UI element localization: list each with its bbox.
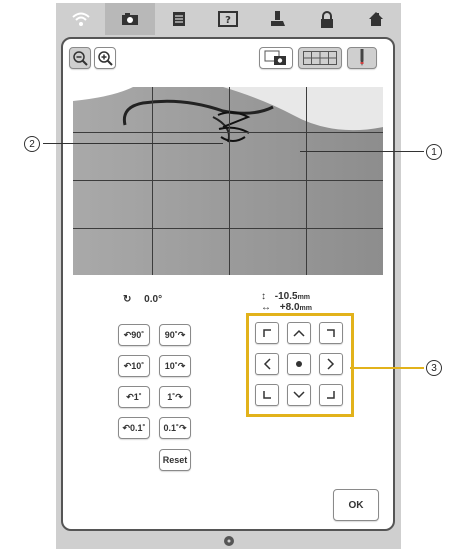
zoom-in-icon[interactable]: [94, 47, 116, 69]
rotate-ccw-10-button[interactable]: ↶ 10˚: [118, 355, 150, 377]
position-pad: [246, 313, 354, 417]
move-down-button[interactable]: [287, 384, 311, 406]
callout-1: 1: [426, 144, 442, 160]
camera-icon[interactable]: [105, 3, 155, 35]
horizontal-arrow-icon: ↔: [261, 302, 271, 310]
bottom-bar: [56, 533, 401, 549]
corner-up-right-icon: [327, 329, 335, 337]
horizontal-offset-readout: ↔ +8.0mm: [261, 302, 312, 310]
move-up-right-button[interactable]: [319, 322, 343, 344]
move-left-button[interactable]: [255, 353, 279, 375]
wifi-icon[interactable]: [56, 3, 105, 35]
rotate-ccw-icon: ↶: [123, 360, 132, 371]
needle-icon[interactable]: [347, 47, 377, 69]
zoom-out-icon[interactable]: [69, 47, 91, 69]
rotate-cw-1-button[interactable]: 1˚ ↷: [159, 386, 191, 408]
move-up-button[interactable]: [287, 322, 311, 344]
home-icon[interactable]: [352, 3, 401, 35]
rotate-icon: ↻: [123, 294, 132, 305]
camera-screen: ↻ 0.0° ↕ -10.5mm ↔ +8.0mm ↶ 90˚ 90˚ ↷ ↶ 10˚…: [61, 37, 395, 531]
move-down-left-button[interactable]: [255, 384, 279, 406]
horizontal-unit: mm: [299, 305, 312, 310]
rotate-ccw-icon: ↶: [126, 391, 134, 402]
corner-down-right-icon: [327, 391, 335, 399]
bobbin-icon: [223, 536, 234, 546]
callout-line-2: [43, 143, 223, 144]
lock-icon[interactable]: [302, 3, 351, 35]
rotate-cw-90-button[interactable]: 90˚ ↷: [159, 324, 191, 346]
chevron-up-icon: [293, 329, 305, 337]
move-up-left-button[interactable]: [255, 322, 279, 344]
callout-2: 2: [24, 136, 40, 152]
rotate-cw-icon: ↷: [175, 391, 183, 402]
vertical-arrow-icon: ↕: [261, 291, 266, 302]
rotate-ccw-icon: ↶: [122, 422, 131, 433]
chevron-down-icon: [293, 391, 305, 399]
grid-icon[interactable]: [298, 47, 342, 69]
rotation-readout: ↻ 0.0°: [123, 294, 162, 305]
callout-line-1: [300, 151, 424, 152]
rotate-ccw-01-button[interactable]: ↶ 0.1˚: [118, 417, 150, 439]
move-down-right-button[interactable]: [319, 384, 343, 406]
horizontal-value: +8.0: [279, 302, 300, 310]
callout-line-3: [350, 367, 424, 369]
rotation-value: 0.0°: [144, 294, 163, 305]
device-frame: ? ↻ 0.0° ↕ -10.5mm ↔ +8.0mm ↶ 90˚ 90˚ ↷ …: [56, 3, 401, 549]
rotate-cw-10-button[interactable]: 10˚ ↷: [159, 355, 191, 377]
vertical-unit: mm: [297, 294, 311, 301]
rotate-ccw-icon: ↶: [123, 329, 132, 340]
move-right-button[interactable]: [319, 353, 343, 375]
move-center-button[interactable]: [287, 353, 311, 375]
camera-view-icon[interactable]: [259, 47, 293, 69]
rotate-cw-01-button[interactable]: 0.1˚ ↷: [159, 417, 191, 439]
corner-down-left-icon: [263, 391, 271, 399]
rotate-ccw-1-button[interactable]: ↶ 1˚: [118, 386, 150, 408]
center-dot-icon: [296, 361, 302, 367]
help-icon[interactable]: ?: [204, 3, 253, 35]
presser-foot-icon[interactable]: [253, 3, 302, 35]
rotate-cw-icon: ↷: [178, 422, 187, 433]
vertical-value: -10.5: [274, 291, 298, 302]
rotate-ccw-90-button[interactable]: ↶ 90˚: [118, 324, 150, 346]
chevron-right-icon: [327, 358, 335, 370]
camera-preview: [73, 87, 383, 275]
svg-text:?: ?: [226, 15, 232, 26]
callout-3: 3: [426, 360, 442, 376]
corner-up-left-icon: [263, 329, 271, 337]
rotate-cw-icon: ↷: [177, 329, 186, 340]
ok-button[interactable]: OK: [333, 489, 379, 521]
document-icon[interactable]: [155, 3, 204, 35]
rotate-cw-icon: ↷: [177, 360, 186, 371]
vertical-offset-readout: ↕ -10.5mm: [261, 291, 310, 302]
top-toolbar: ?: [56, 3, 401, 35]
reset-button[interactable]: Reset: [159, 449, 191, 471]
chevron-left-icon: [263, 358, 271, 370]
